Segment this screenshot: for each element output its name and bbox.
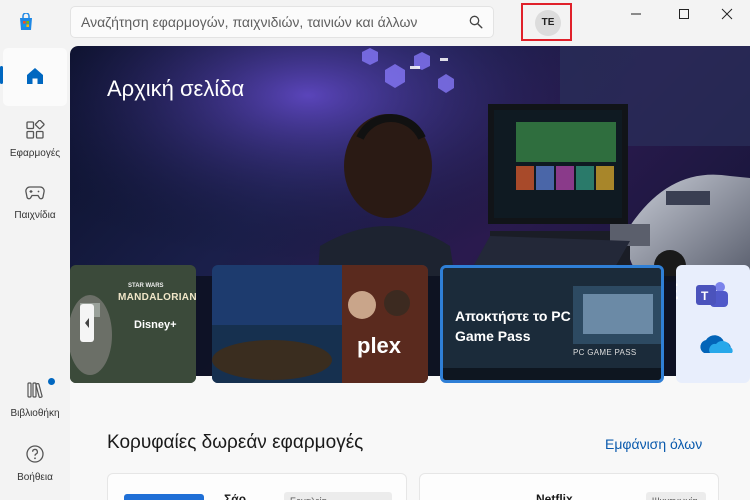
mandalorian-line2: MANDALORIAN [118, 292, 196, 303]
game-pass-title: Αποκτήστε το PC Game Pass [455, 308, 571, 344]
section-title: Κορυφαίες δωρεάν εφαρμογές [107, 432, 364, 453]
see-all-link[interactable]: Εμφάνιση όλων [605, 436, 702, 452]
sidebar-item-label: Βοήθεια [17, 472, 53, 483]
app-card[interactable]: Σάρ Εργαλεία [107, 473, 407, 500]
page-title: Αρχική σελίδα [107, 76, 245, 101]
carousel-card-game-pass[interactable]: Αποκτήστε το PC Game Pass PC GAME PASS [440, 265, 664, 383]
app-name: Σάρ [224, 492, 247, 500]
close-icon [721, 8, 733, 20]
carousel-card-microsoft-365[interactable]: E T [676, 265, 750, 383]
close-button[interactable] [704, 0, 750, 30]
app-name: Netflix [536, 492, 573, 500]
plex-artwork [212, 265, 428, 383]
app-category-chip: Εργαλεία [284, 492, 392, 500]
sidebar-item-home[interactable] [3, 48, 67, 106]
title-bar: TE [0, 0, 750, 46]
store-logo-icon [20, 13, 32, 30]
sidebar: Εφαρμογές Παιχνίδια Βιβλιοθήκη Βοήθεια [0, 46, 70, 500]
maximize-icon [679, 9, 689, 19]
minimize-icon [631, 13, 641, 15]
search-icon[interactable] [469, 15, 483, 29]
home-icon [27, 68, 43, 84]
m365-title: E [676, 279, 679, 305]
sidebar-item-apps[interactable]: Εφαρμογές [3, 112, 67, 170]
sidebar-item-games[interactable]: Παιχνίδια [3, 174, 67, 232]
app-card[interactable]: Netflix Ψυχαγωγία [419, 473, 719, 500]
update-badge [48, 378, 55, 385]
sidebar-item-label: Παιχνίδια [14, 210, 56, 221]
search-input[interactable] [81, 7, 466, 37]
profile-button[interactable]: TE [521, 3, 572, 41]
plex-logo: plex [357, 333, 402, 358]
apps-icon [26, 120, 45, 139]
avatar[interactable]: TE [535, 10, 561, 36]
teams-icon: T [696, 282, 728, 307]
disney-plus-logo: Disney+ [134, 319, 177, 331]
sidebar-item-help[interactable]: Βοήθεια [3, 440, 67, 498]
minimize-button[interactable] [613, 0, 659, 30]
carousel-card-plex[interactable]: plex [212, 265, 428, 383]
active-indicator [0, 66, 3, 84]
sidebar-item-label: Βιβλιοθήκη [10, 408, 60, 419]
search-box[interactable] [70, 6, 494, 38]
main-content: Αρχική σελίδα STAR WARS MANDALORIAN Disn… [70, 46, 750, 500]
sidebar-item-label: Εφαρμογές [9, 148, 61, 159]
pc-game-pass-logo: PC GAME PASS [573, 348, 637, 357]
maximize-button[interactable] [661, 0, 707, 30]
chevron-left-icon [85, 318, 89, 328]
app-category-chip: Ψυχαγωγία [646, 492, 706, 500]
mandalorian-line1: STAR WARS [128, 283, 164, 289]
app-icon [124, 494, 204, 500]
svg-text:T: T [701, 289, 709, 303]
help-icon [26, 445, 44, 463]
onedrive-icon [700, 335, 733, 353]
gamepad-icon [25, 186, 45, 200]
carousel-prev-button[interactable] [80, 304, 94, 342]
sidebar-item-library[interactable]: Βιβλιοθήκη [3, 372, 67, 430]
library-icon [27, 382, 43, 399]
